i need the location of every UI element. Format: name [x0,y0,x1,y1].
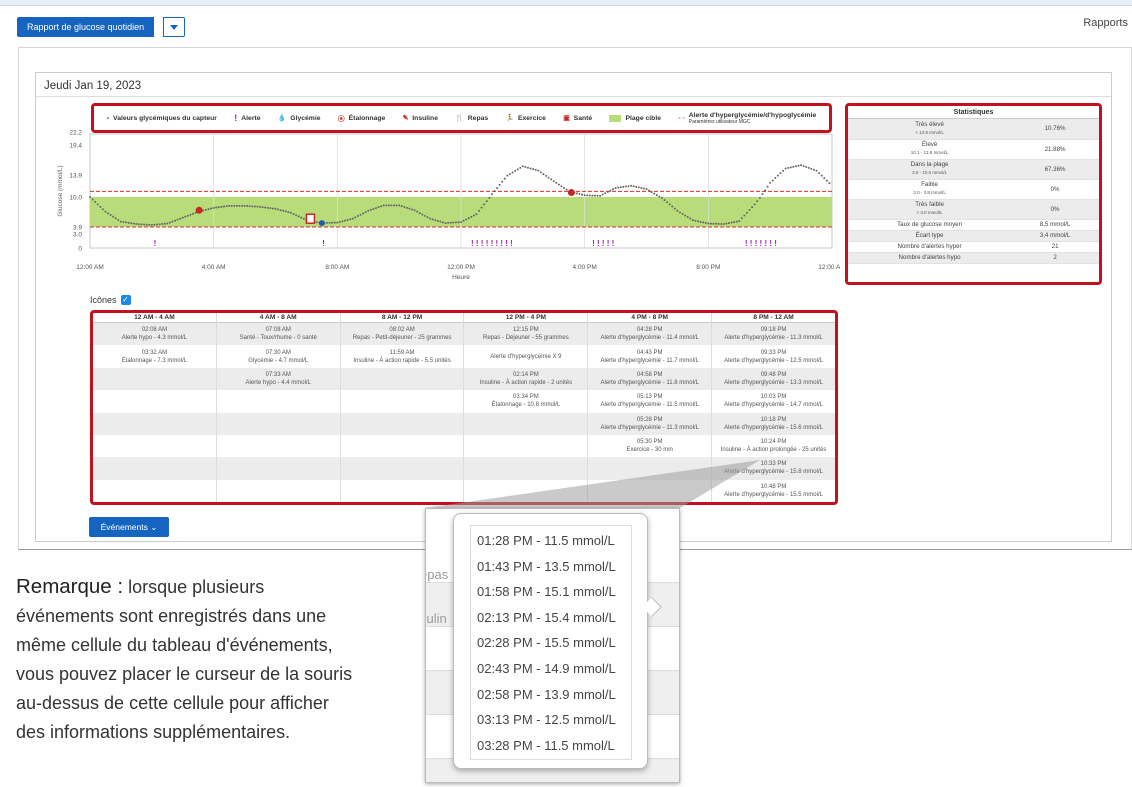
tooltip-item: 01:43 PM - 13.5 mmol/L [477,558,616,574]
note-text: Remarque : lorsque plusieurs événements … [16,572,381,747]
tooltip-item: 01:58 PM - 15.1 mmol/L [477,584,616,600]
tooltip-item: 02:58 PM - 13.9 mmol/L [477,686,616,702]
note-line-4: vous pouvez placer le curseur de la sour… [16,664,353,684]
note-line-1-text: lorsque plusieurs [128,577,265,597]
tooltip-item: 02:28 PM - 15.5 mmol/L [477,635,616,651]
zoom-label: sulin [426,611,447,626]
hover-tooltip: 01:28 PM - 11.5 mmol/L 01:43 PM - 13.5 mm… [453,513,662,769]
tooltip-item: 02:43 PM - 14.9 mmol/L [477,660,616,676]
note-line-2: événements sont enregistrés dans une [16,606,327,626]
tooltip-item: 01:28 PM - 11.5 mmol/L [477,533,615,548]
tooltip-item: 03:28 PM - 11.5 mmol/L [477,737,615,753]
tooltip-list: 01:28 PM - 11.5 mmol/L 01:43 PM - 13.5 mm… [470,525,632,760]
note-line-1: Remarque : lorsque plusieurs [16,572,381,602]
note-line-3: même cellule du tableau d'événements, [16,635,333,655]
tooltip-item: 02:13 PM - 15.4 mmol/L [477,609,616,625]
zoom-label: epas [426,567,449,582]
note-line-6: des informations supplémentaires. [16,722,291,742]
tooltip-item: 03:13 PM - 12.5 mmol/L [477,712,616,728]
note-title: Remarque : [16,575,124,598]
note-line-5: au-dessus de cette cellule pour afficher [16,693,329,713]
